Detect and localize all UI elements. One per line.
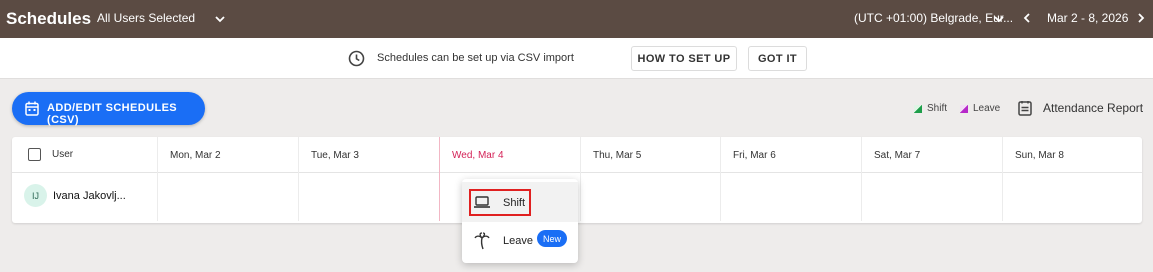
schedule-cell[interactable] [157,173,298,221]
schedule-cell[interactable] [1002,173,1142,221]
csv-import-banner: Schedules can be set up via CSV import H… [0,38,1153,79]
leave-swatch-icon [960,104,968,113]
attendance-report-label: Attendance Report [1043,101,1144,115]
legend-leave-label: Leave [973,103,1001,114]
palm-tree-icon [473,232,491,250]
schedule-cell[interactable] [580,173,720,221]
add-edit-schedules-button[interactable]: ADD/EDIT SCHEDULES (CSV) [12,92,205,126]
user-column-header: User [12,137,157,173]
legend-shift-label: Shift [927,103,948,114]
day-header-mon: Mon, Mar 2 [157,137,298,173]
chevron-left-icon[interactable] [1020,11,1034,25]
menu-item-label: Leave [503,235,533,247]
new-badge: New [537,230,567,247]
add-edit-schedules-label: ADD/EDIT SCHEDULES (CSV) [47,102,178,126]
day-header-wed: Wed, Mar 4 [439,137,580,173]
chevron-right-icon[interactable] [1134,11,1148,25]
attendance-report-button[interactable]: Attendance Report [1018,100,1143,116]
schedule-cell[interactable] [298,173,439,221]
report-icon [1018,100,1032,116]
chevron-down-icon [213,12,227,26]
highlight-box [469,189,531,216]
calendar-icon [25,101,39,116]
day-header-thu: Thu, Mar 5 [580,137,720,173]
how-to-set-up-button[interactable]: HOW TO SET UP [631,46,737,71]
schedule-cell[interactable] [720,173,861,221]
grid-header-row: User Mon, Mar 2 Tue, Mar 3 Wed, Mar 4 Th… [12,137,1142,173]
legend-shift: Shift [914,103,947,114]
user-filter-select[interactable]: All Users Selected [97,11,225,25]
schedule-cell[interactable] [861,173,1002,221]
clock-icon [348,50,365,67]
legend-leave: Leave [960,103,1000,114]
menu-item-leave[interactable]: Leave New [462,220,578,260]
day-header-sun: Sun, Mar 8 [1002,137,1142,173]
day-header-fri: Fri, Mar 6 [720,137,861,173]
top-bar: Schedules All Users Selected (UTC +01:00… [0,0,1153,38]
date-range-label[interactable]: Mar 2 - 8, 2026 [1047,11,1128,25]
user-filter-value: All Users Selected [97,11,196,25]
timezone-select[interactable]: (UTC +01:00) Belgrade, Eur... [854,11,1013,25]
select-all-checkbox[interactable] [28,148,41,161]
timezone-value: (UTC +01:00) Belgrade, Eur... [854,11,1014,25]
banner-message: Schedules can be set up via CSV import [377,52,574,64]
day-header-tue: Tue, Mar 3 [298,137,439,173]
user-column-label: User [52,149,74,160]
got-it-button[interactable]: GOT IT [748,46,807,71]
avatar: IJ [24,184,47,207]
chevron-down-icon [992,12,1006,26]
day-header-sat: Sat, Mar 7 [861,137,1002,173]
page-title: Schedules [6,9,92,28]
user-name[interactable]: Ivana Jakovlj... [53,190,126,202]
shift-swatch-icon [914,104,922,113]
